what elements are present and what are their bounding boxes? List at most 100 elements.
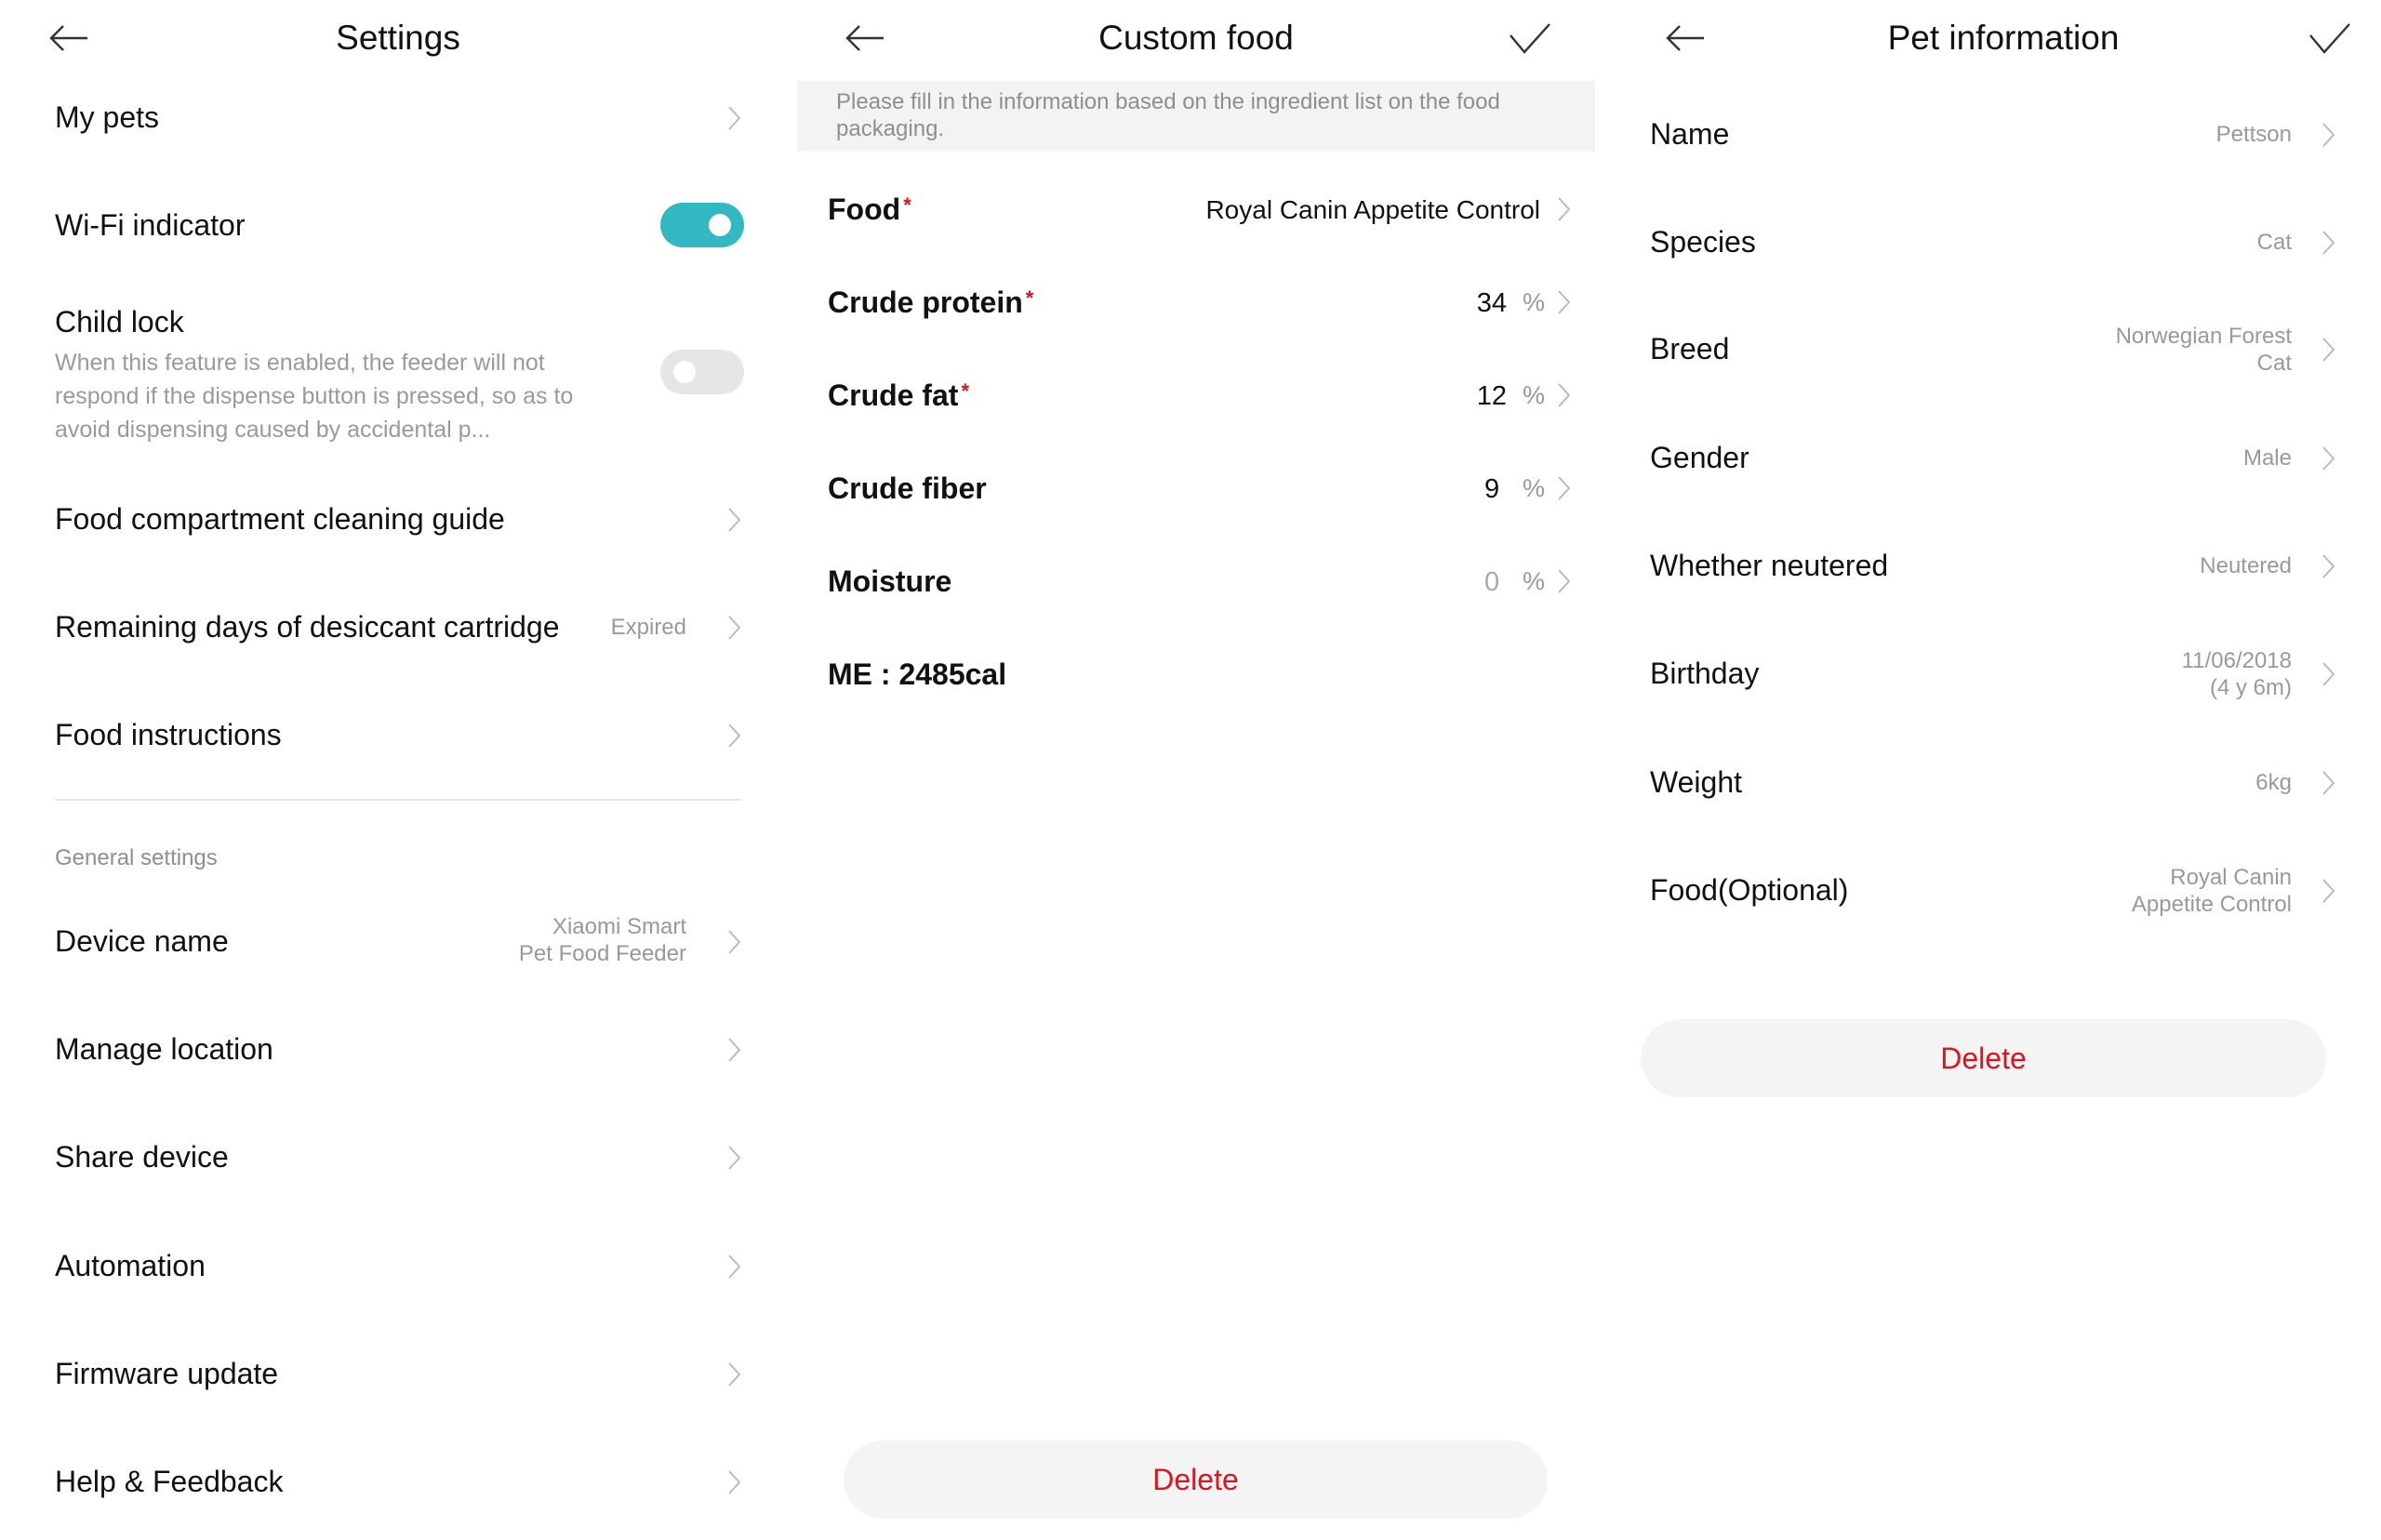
confirm-check-icon[interactable] [2308,22,2351,54]
gender-row[interactable]: Gender Male [1626,426,2381,491]
birthday-value: 11/06/2018 (4 y 6m) [2182,647,2292,701]
chevron-right-icon [1557,289,1572,315]
metabolizable-energy: ME : 2485cal [828,657,1007,691]
weight-value: 6kg [2255,770,2292,795]
moisture-row[interactable]: Moisture 0 % [796,549,1596,614]
species-row[interactable]: Species Cat [1626,210,2381,275]
device-name-row[interactable]: Device name Xiaomi Smart Pet Food Feeder [0,909,796,975]
toggle-knob [673,361,696,383]
required-mark: * [961,379,970,403]
wifi-indicator-row: Wi-Fi indicator [0,193,796,259]
delete-pet-button[interactable]: Delete [1641,1019,2326,1097]
label-text: Crude protein [828,285,1023,319]
page-title: Pet information [1887,19,2120,57]
delete-food-button[interactable]: Delete [844,1440,1548,1519]
desiccant-status: Expired [610,615,686,640]
toggle-knob [709,214,731,236]
row-label: My pets [55,100,160,134]
moisture-label: Moisture [828,564,952,598]
crude-fiber-value[interactable]: 9 [1432,474,1507,505]
pet-information-screen: Pet information Name Pettson Species Cat… [1626,0,2381,1540]
crude-protein-row[interactable]: Crude protein * 34 % [796,270,1596,335]
crude-protein-value[interactable]: 34 [1432,288,1507,319]
share-device-row[interactable]: Share device [0,1125,796,1190]
chevron-right-icon [727,723,742,749]
section-divider [55,799,741,801]
food-value: Royal Canin Appetite Control [1205,195,1540,224]
chevron-right-icon [2321,337,2336,363]
chevron-right-icon [2321,230,2336,256]
chevron-right-icon [1557,475,1572,501]
weight-row[interactable]: Weight 6kg [1626,750,2381,816]
page-title: Custom food [1098,19,1294,57]
pet-food-row[interactable]: Food(Optional) Royal Canin Appetite Cont… [1626,858,2381,923]
row-label: Wi-Fi indicator [55,208,246,242]
row-label: Breed [1650,332,1730,365]
row-label: Manage location [55,1032,273,1066]
chevron-right-icon [727,1469,742,1495]
confirm-check-icon[interactable] [1509,22,1551,54]
birthday-row[interactable]: Birthday 11/06/2018 (4 y 6m) [1626,642,2381,707]
firmware-update-row[interactable]: Firmware update [0,1342,796,1407]
desiccant-row[interactable]: Remaining days of desiccant cartridge Ex… [0,595,796,660]
crude-fat-label: Crude fat * [828,377,969,414]
label-text: Food [828,192,901,226]
crude-fiber-row[interactable]: Crude fiber 9 % [796,456,1596,521]
crude-fat-row[interactable]: Crude fat * 12 % [796,363,1596,428]
row-label: Food compartment cleaning guide [55,502,505,536]
child-lock-row: Child lock When this feature is enabled,… [0,299,796,448]
food-row[interactable]: Food * Royal Canin Appetite Control [796,177,1596,242]
chevron-right-icon [2321,122,2336,148]
value-line: (4 y 6m) [2209,675,2292,700]
chevron-right-icon [2321,770,2336,796]
help-feedback-row[interactable]: Help & Feedback [0,1450,796,1515]
chevron-right-icon [2321,553,2336,579]
moisture-value[interactable]: 0 [1432,567,1507,598]
value-line: Pet Food Feeder [518,941,686,966]
percent-unit: % [1523,567,1546,595]
my-pets-row[interactable]: My pets [0,86,796,151]
chevron-right-icon [2321,661,2336,687]
row-label: Help & Feedback [55,1465,284,1498]
automation-row[interactable]: Automation [0,1234,796,1299]
row-label: Food instructions [55,718,282,751]
value-line: 11/06/2018 [2181,648,2292,673]
percent-unit: % [1523,474,1546,502]
pet-name-value: Pettson [2215,122,2292,147]
info-banner-text: Please fill in the information based on … [836,89,1500,141]
pet-food-value: Royal Canin Appetite Control [2132,864,2292,918]
value-line: Cat [2256,351,2292,376]
pet-name-row[interactable]: Name Pettson [1626,102,2381,167]
crude-fat-value[interactable]: 12 [1432,381,1507,412]
food-label: Food * [828,191,911,228]
neutered-row[interactable]: Whether neutered Neutered [1626,534,2381,599]
general-settings-header: General settings [55,845,218,870]
chevron-right-icon [1557,568,1572,594]
child-lock-toggle[interactable] [660,350,744,394]
chevron-right-icon [2321,878,2336,904]
page-title: Settings [336,19,460,57]
value-line: Royal Canin [2170,865,2292,890]
value-line: Norwegian Forest [2115,324,2292,349]
child-lock-description: When this feature is enabled, the feeder… [55,350,574,443]
chevron-right-icon [727,1145,742,1171]
cleaning-guide-row[interactable]: Food compartment cleaning guide [0,487,796,552]
manage-location-row[interactable]: Manage location [0,1017,796,1082]
row-label: Name [1650,117,1730,151]
chevron-right-icon [727,105,742,131]
crude-protein-label: Crude protein * [828,284,1033,321]
row-label: Food(Optional) [1650,873,1849,907]
row-label: Child lock [55,305,184,339]
chevron-right-icon [727,615,742,641]
row-label: Species [1650,225,1756,259]
row-label: Weight [1650,765,1743,799]
breed-row[interactable]: Breed Norwegian Forest Cat [1626,317,2381,382]
required-mark: * [903,193,911,217]
species-value: Cat [2256,230,2292,255]
chevron-right-icon [727,507,742,533]
food-instructions-row[interactable]: Food instructions [0,703,796,768]
row-label: Whether neutered [1650,549,1889,582]
wifi-indicator-toggle[interactable] [660,203,744,247]
value-line: Xiaomi Smart [552,914,686,939]
neutered-value: Neutered [2200,553,2292,578]
